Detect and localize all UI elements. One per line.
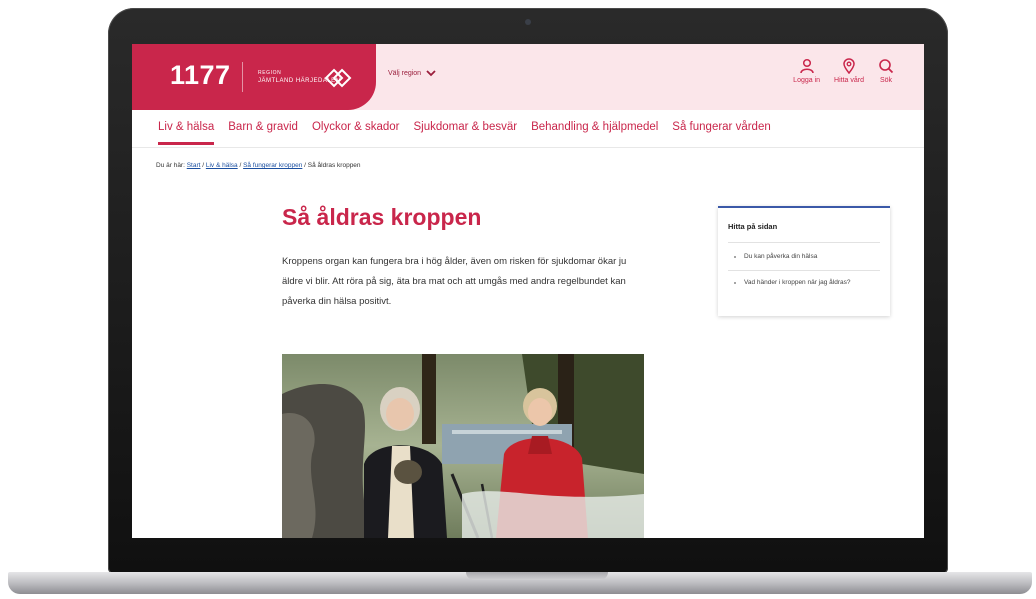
user-icon	[799, 58, 814, 74]
nav-item-sjukdomar-besvar[interactable]: Sjukdomar & besvär	[414, 121, 518, 133]
breadcrumb-prefix: Du är här:	[156, 162, 185, 169]
nav-item-olyckor-skador[interactable]: Olyckor & skador	[312, 121, 400, 133]
bullet-icon	[734, 256, 736, 258]
login-label: Logga in	[793, 77, 821, 84]
toc-divider	[728, 270, 880, 271]
region-mark-icon	[324, 68, 352, 88]
nav-item-barn-gravid[interactable]: Barn & gravid	[228, 121, 298, 133]
find-care-button[interactable]: Hitta vård	[834, 58, 864, 84]
laptop-notch	[466, 572, 608, 580]
search-icon	[879, 59, 894, 74]
site-header: 1177 REGION JÄMTLAND HÄRJEDALEN Välj reg…	[132, 44, 924, 110]
nav-item-liv-halsa[interactable]: Liv & hälsa	[158, 121, 215, 145]
toc-link[interactable]: Du kan påverka din hälsa	[734, 252, 882, 262]
main-nav: Liv & hälsa Barn & gravid Olyckor & skad…	[132, 110, 924, 148]
toc-link-label: Du kan påverka din hälsa	[744, 253, 818, 260]
toc-title: Hitta på sidan	[728, 222, 778, 231]
laptop-base	[8, 572, 1032, 594]
camera-icon	[525, 19, 531, 25]
region-logo: REGION JÄMTLAND HÄRJEDALEN	[258, 66, 354, 90]
brand-divider	[242, 62, 243, 92]
toc-link-label: Vad händer i kroppen när jag åldras?	[744, 279, 851, 286]
article-lead: Kroppens organ kan fungera bra i hög åld…	[282, 256, 627, 307]
header-actions: Logga in Hitta vård Sök	[793, 58, 894, 84]
page-title: Så åldras kroppen	[282, 204, 482, 230]
breadcrumb-link-sa-fungerar-kroppen[interactable]: Så fungerar kroppen	[243, 162, 302, 169]
breadcrumb-link-liv-halsa[interactable]: Liv & hälsa	[206, 162, 238, 169]
breadcrumb-link-start[interactable]: Start	[187, 162, 201, 169]
region-select-label: Välj region	[388, 70, 422, 77]
search-label: Sök	[879, 77, 893, 84]
region-select[interactable]: Välj region	[388, 70, 436, 77]
hero-image	[282, 354, 644, 538]
toc-divider	[728, 242, 880, 243]
breadcrumb-current: Så åldras kroppen	[307, 162, 361, 169]
breadcrumb: Du är här: Start / Liv & hälsa / Så fung…	[156, 162, 361, 169]
browser-screen: 1177 REGION JÄMTLAND HÄRJEDALEN Välj reg…	[132, 44, 924, 538]
region-logo-line1: REGION	[258, 70, 282, 76]
search-button[interactable]: Sök	[878, 58, 894, 84]
location-pin-icon	[843, 58, 855, 74]
toc-link[interactable]: Vad händer i kroppen när jag åldras?	[734, 278, 882, 288]
hero-photo-illustration	[282, 354, 644, 538]
bullet-icon	[734, 282, 736, 284]
brand-block: 1177 REGION JÄMTLAND HÄRJEDALEN	[132, 44, 376, 110]
find-care-label: Hitta vård	[834, 77, 864, 84]
chevron-down-icon	[426, 70, 436, 77]
login-button[interactable]: Logga in	[793, 58, 820, 84]
site-logo[interactable]: 1177	[170, 60, 231, 91]
toc-box: Hitta på sidan Du kan påverka din hälsa …	[718, 206, 890, 316]
nav-item-sa-fungerar-varden[interactable]: Så fungerar vården	[672, 121, 770, 133]
nav-item-behandling-hjalpmedel[interactable]: Behandling & hjälpmedel	[531, 121, 658, 133]
